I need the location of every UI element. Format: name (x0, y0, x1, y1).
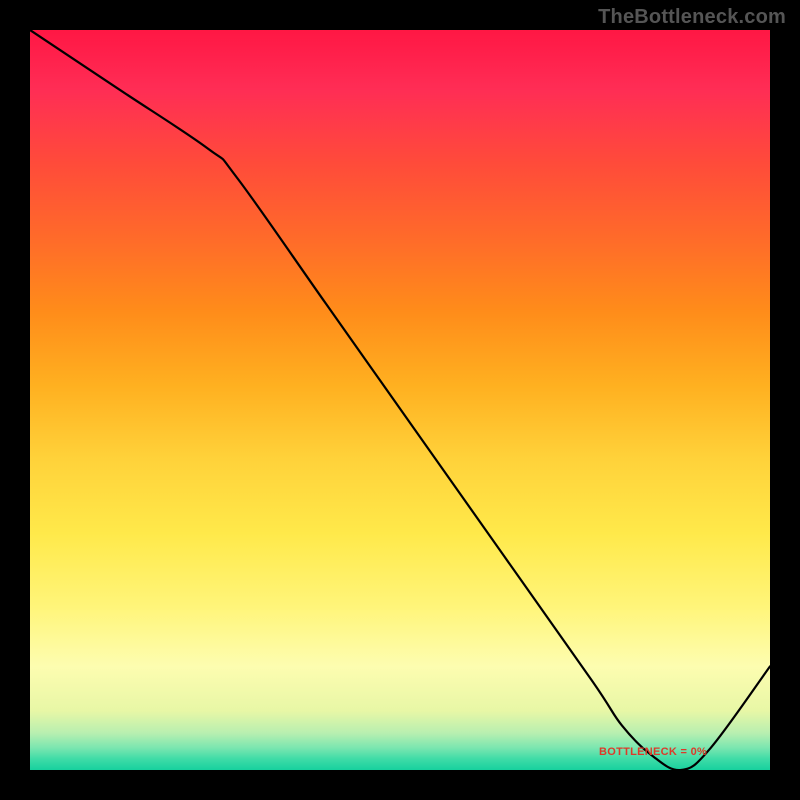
plot-area: BOTTLENECK = 0% (30, 30, 770, 770)
curve-layer (30, 30, 770, 770)
chart-container: TheBottleneck.com BOTTLENECK = 0% (0, 0, 800, 800)
min-marker-label: BOTTLENECK = 0% (599, 746, 707, 758)
watermark-text: TheBottleneck.com (598, 6, 786, 29)
plot-frame: BOTTLENECK = 0% (30, 30, 770, 770)
bottleneck-curve (30, 30, 770, 770)
